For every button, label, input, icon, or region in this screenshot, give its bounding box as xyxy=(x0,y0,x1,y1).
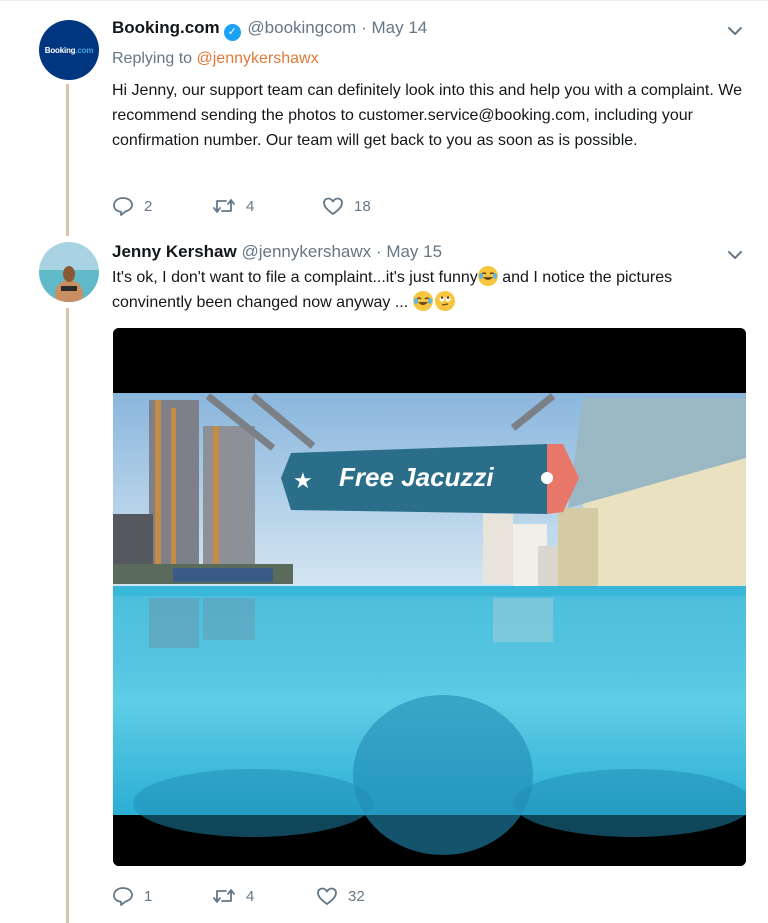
laughing-emoji xyxy=(412,291,433,311)
separator: · xyxy=(375,242,382,261)
tweet-media-image[interactable]: ★ Free Jacuzzi xyxy=(113,328,746,866)
laughing-emoji xyxy=(477,266,498,286)
retweet-icon xyxy=(213,889,235,903)
avatar-booking[interactable]: Booking.com xyxy=(39,20,99,80)
reply-count: 2 xyxy=(144,197,153,215)
retweet-button[interactable]: 4 xyxy=(212,196,322,216)
author-handle[interactable]: @jennykershawx xyxy=(241,242,371,261)
author-name[interactable]: Booking.com xyxy=(112,18,220,37)
reply-icon xyxy=(113,887,133,906)
banner-text: Free Jacuzzi xyxy=(339,462,494,492)
like-count: 18 xyxy=(354,197,371,215)
reply-button[interactable]: 1 xyxy=(112,886,212,906)
reply-icon xyxy=(113,197,133,216)
like-button[interactable]: 32 xyxy=(316,886,365,906)
author-name[interactable]: Jenny Kershaw xyxy=(112,242,237,261)
retweet-count: 4 xyxy=(246,887,255,905)
tweet1-actions: 2 4 18 xyxy=(112,196,371,216)
tweet2-header: Jenny Kershaw @jennykershawx · May 15 xyxy=(112,242,442,262)
like-button[interactable]: 18 xyxy=(322,196,371,216)
replying-to: Replying to @jennykershawx xyxy=(112,50,319,67)
chevron-down-icon[interactable] xyxy=(726,22,744,40)
pool-photo: ★ Free Jacuzzi xyxy=(113,328,746,866)
reply-count: 1 xyxy=(144,887,153,905)
retweet-count: 4 xyxy=(246,197,255,215)
tweet1-header: Booking.com ✓ @bookingcom · May 14 xyxy=(112,18,427,41)
eye-roll-emoji xyxy=(434,291,455,311)
tweet-date[interactable]: May 15 xyxy=(386,242,442,261)
tweet-date[interactable]: May 14 xyxy=(371,18,427,37)
avatar-logo-text: Booking.com xyxy=(44,45,94,55)
chevron-down-icon[interactable] xyxy=(726,246,744,264)
replying-mention[interactable]: @jennykershawx xyxy=(197,50,319,67)
tweet2-actions: 1 4 32 xyxy=(112,886,365,906)
verified-icon: ✓ xyxy=(223,24,241,41)
thread-line-bottom xyxy=(66,308,69,923)
retweet-icon xyxy=(213,199,235,213)
avatar-jenny[interactable] xyxy=(39,242,99,302)
like-icon xyxy=(323,197,343,215)
top-divider xyxy=(0,0,768,1)
star-icon: ★ xyxy=(293,469,313,494)
reply-button[interactable]: 2 xyxy=(112,196,212,216)
separator: · xyxy=(361,18,367,37)
like-icon xyxy=(317,887,337,905)
tweet1-text: Hi Jenny, our support team can definitel… xyxy=(112,82,742,149)
like-count: 32 xyxy=(348,887,365,905)
author-handle[interactable]: @bookingcom xyxy=(247,18,356,37)
tweet2-text: It's ok, I don't want to file a complain… xyxy=(112,265,752,315)
avatar-photo xyxy=(39,242,99,302)
thread-line-top xyxy=(66,84,69,236)
retweet-button[interactable]: 4 xyxy=(212,886,316,906)
